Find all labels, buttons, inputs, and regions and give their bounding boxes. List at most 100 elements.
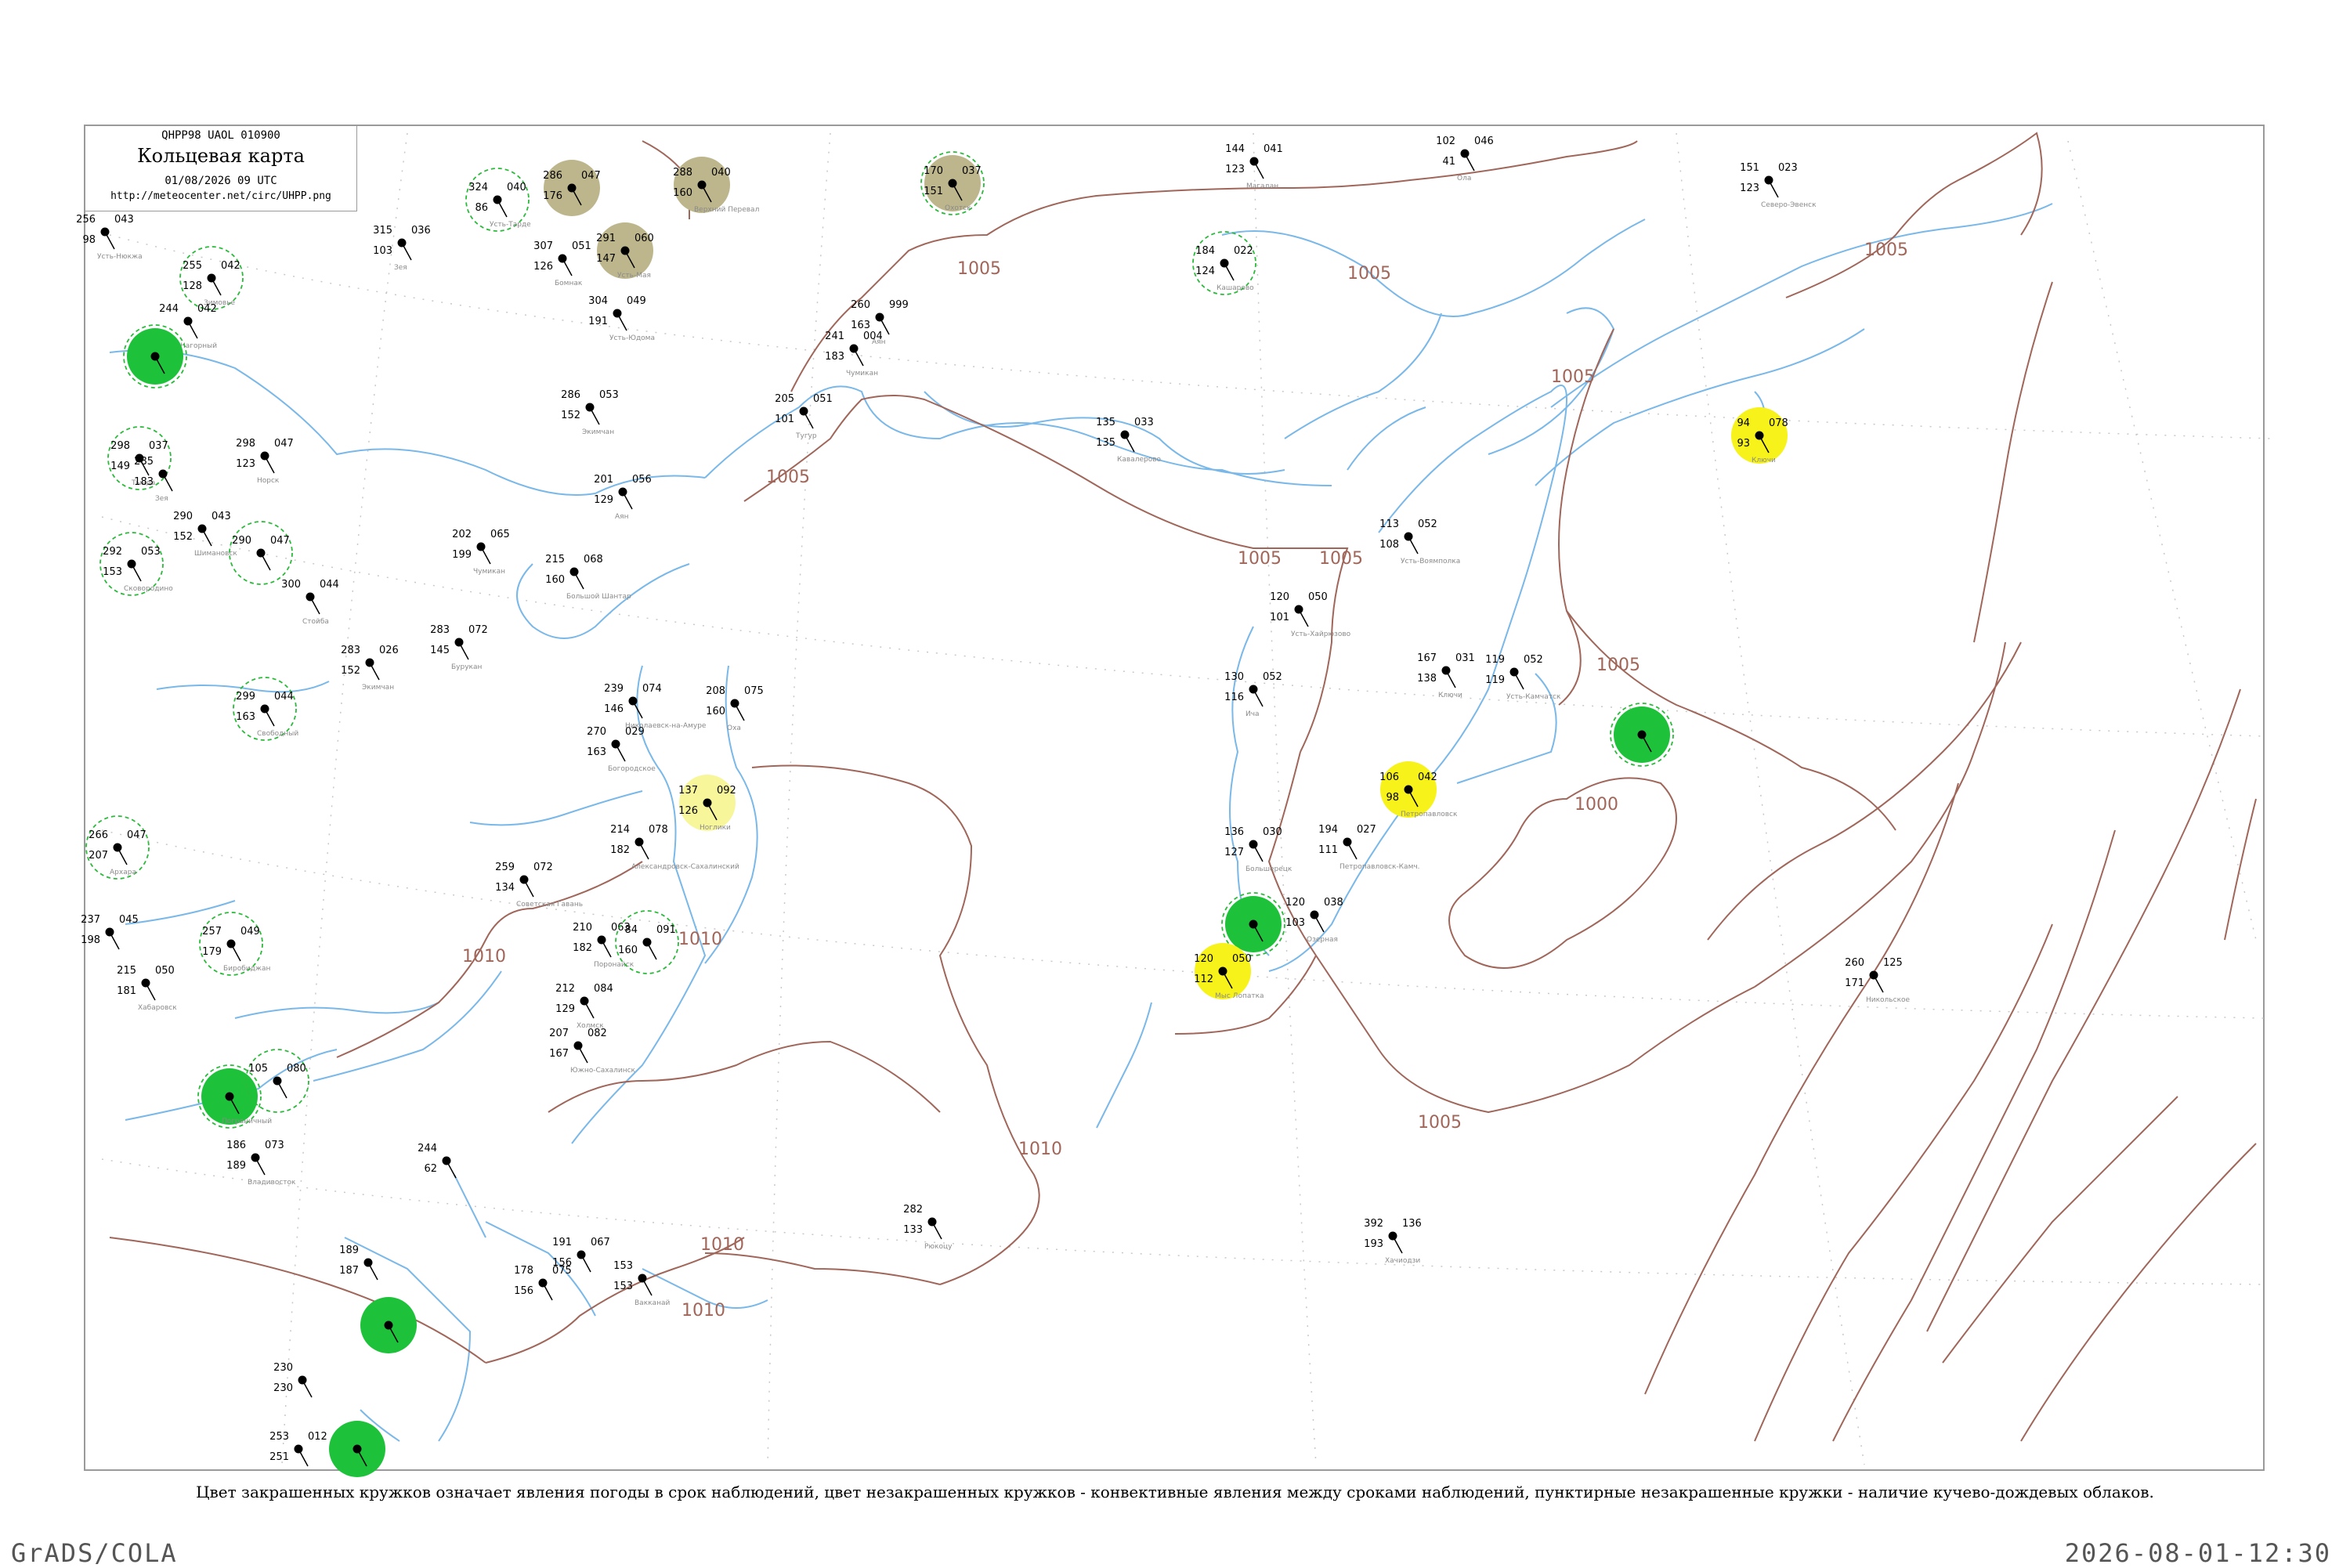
station-plot: 84 091 160	[615, 910, 679, 974]
station-temperature: 189	[339, 1245, 359, 1256]
station-temperature: 207	[549, 1028, 569, 1039]
station-temperature: 259	[495, 862, 515, 873]
station-plot: 282 133Рюкоцу	[903, 1204, 953, 1251]
station-plot: 285 183Зея	[134, 456, 173, 503]
station-plot: 215 068 160Большой Шантар	[545, 554, 631, 601]
station-pressure: 051	[813, 393, 833, 405]
map-title: Кольцевая карта	[137, 145, 305, 167]
station-dewpoint: 129	[594, 494, 613, 506]
station-dewpoint: 41	[1442, 156, 1455, 168]
station-dewpoint: 189	[226, 1160, 246, 1172]
isobar-line	[2020, 1143, 2257, 1442]
wind-barb	[615, 743, 626, 762]
station-pressure: 038	[1324, 897, 1343, 909]
station-pressure: 030	[1263, 826, 1282, 838]
station-temperature: 194	[1318, 824, 1338, 836]
station-temperature: 144	[1225, 143, 1245, 155]
station-name: Свободный	[257, 730, 298, 738]
station-pressure: 052	[1263, 671, 1282, 683]
station-pressure: 080	[287, 1063, 306, 1075]
station-dewpoint: 153	[613, 1281, 633, 1292]
wind-barb	[642, 1277, 653, 1296]
station-plot: 324 040 86Усть-Тарде	[465, 168, 531, 232]
station-temperature: 120	[1270, 591, 1289, 603]
station-name: Усть-Юдома	[609, 334, 655, 342]
station-plot	[360, 1297, 417, 1353]
station-dewpoint: 111	[1318, 844, 1338, 856]
isobar-line	[109, 1237, 486, 1364]
station-plot: 260 125 171Никольское	[1845, 957, 1910, 1004]
station-pressure: 060	[634, 233, 654, 244]
station-temperature: 94	[1737, 417, 1750, 429]
station-name: Усть-Мая	[617, 272, 651, 280]
wind-barb	[523, 879, 534, 898]
wind-barb	[367, 1262, 378, 1281]
station-plot: 256 043 98Усть-Нюкжа	[76, 214, 142, 261]
station-pressure: 053	[141, 546, 161, 558]
station-plot: 136 030 127Большерецк	[1224, 826, 1292, 873]
station-temperature: 282	[903, 1204, 923, 1216]
station-plot: 102 046 41Ола	[1436, 135, 1494, 182]
station-pressure: 040	[711, 167, 731, 179]
wind-barb	[1873, 974, 1884, 993]
station-pressure: 047	[127, 829, 146, 841]
station-pressure: 082	[588, 1028, 607, 1039]
station-temperature: 239	[604, 683, 624, 695]
isobar-line	[1754, 641, 2006, 988]
source-url: http://meteocenter.net/circ/UHPP.png	[110, 190, 331, 202]
station-plot: 170 037 151Охотск	[920, 151, 985, 215]
station-temperature: 186	[226, 1140, 246, 1151]
station-dewpoint: 119	[1485, 674, 1505, 686]
station-plot	[123, 324, 187, 388]
station-dewpoint: 101	[1270, 612, 1289, 623]
station-dewpoint: 230	[273, 1382, 293, 1394]
station-temperature: 208	[706, 685, 725, 697]
station-temperature: 113	[1379, 518, 1399, 530]
weather-map: 1005 1005 1005 1005 1005 1005 1005 1005 …	[76, 125, 2272, 1477]
station-dewpoint: 182	[610, 844, 630, 856]
station-pressure: 004	[863, 331, 883, 342]
isobar-label: 1010	[462, 947, 506, 966]
station-name: Усть-Нюкжа	[97, 253, 143, 261]
station-dewpoint: 108	[1379, 539, 1399, 551]
station-temperature: 283	[430, 624, 450, 636]
station-name: Экимчан	[362, 684, 394, 692]
station-temperature: 256	[76, 214, 96, 226]
station-dewpoint: 176	[543, 190, 562, 202]
station-dewpoint: 93	[1737, 438, 1750, 450]
station-temperature: 290	[232, 535, 251, 547]
station-dewpoint: 179	[202, 946, 222, 958]
station-dewpoint: 145	[430, 645, 450, 656]
station-plot: 253 012 251	[269, 1431, 327, 1467]
wind-barb	[104, 231, 115, 250]
station-name: Нагорный	[180, 342, 217, 350]
station-dewpoint: 62	[424, 1163, 437, 1175]
wind-barb	[109, 931, 120, 950]
station-plot: 286 053 152Экимчан	[561, 389, 619, 436]
software-credit: GrADS/COLA	[11, 1538, 178, 1568]
station-pressure: 022	[1234, 245, 1253, 257]
station-dewpoint: 149	[110, 461, 130, 472]
station-plot: 286 047 176	[543, 160, 601, 216]
station-dewpoint: 182	[573, 942, 592, 954]
station-plot: 153153Вакканай	[613, 1260, 670, 1307]
station-pressure: 050	[1232, 953, 1252, 965]
station-plot: 201 056 129Аян	[594, 474, 652, 521]
station-temperature: 300	[281, 579, 301, 591]
station-pressure: 050	[1308, 591, 1328, 603]
isobar-label: 1005	[957, 259, 1001, 279]
station-plot: 291 060 147Усть-Мая	[596, 222, 654, 280]
station-pressure: 053	[599, 389, 619, 401]
map-frame	[84, 125, 2265, 1471]
station-name: Озерная	[1307, 936, 1338, 944]
station-name: Петропавловск-Камч.	[1340, 863, 1420, 871]
station-dewpoint: 112	[1194, 974, 1213, 985]
station-dewpoint: 135	[1096, 437, 1115, 449]
station-dewpoint: 123	[1740, 182, 1759, 194]
station-name: Советская Гавань	[516, 901, 583, 909]
station-temperature: 241	[825, 331, 844, 342]
station-pressure: 023	[1778, 162, 1798, 174]
station-pressure: 036	[411, 225, 431, 237]
wind-barb	[309, 596, 320, 615]
wind-barb	[584, 1000, 595, 1019]
